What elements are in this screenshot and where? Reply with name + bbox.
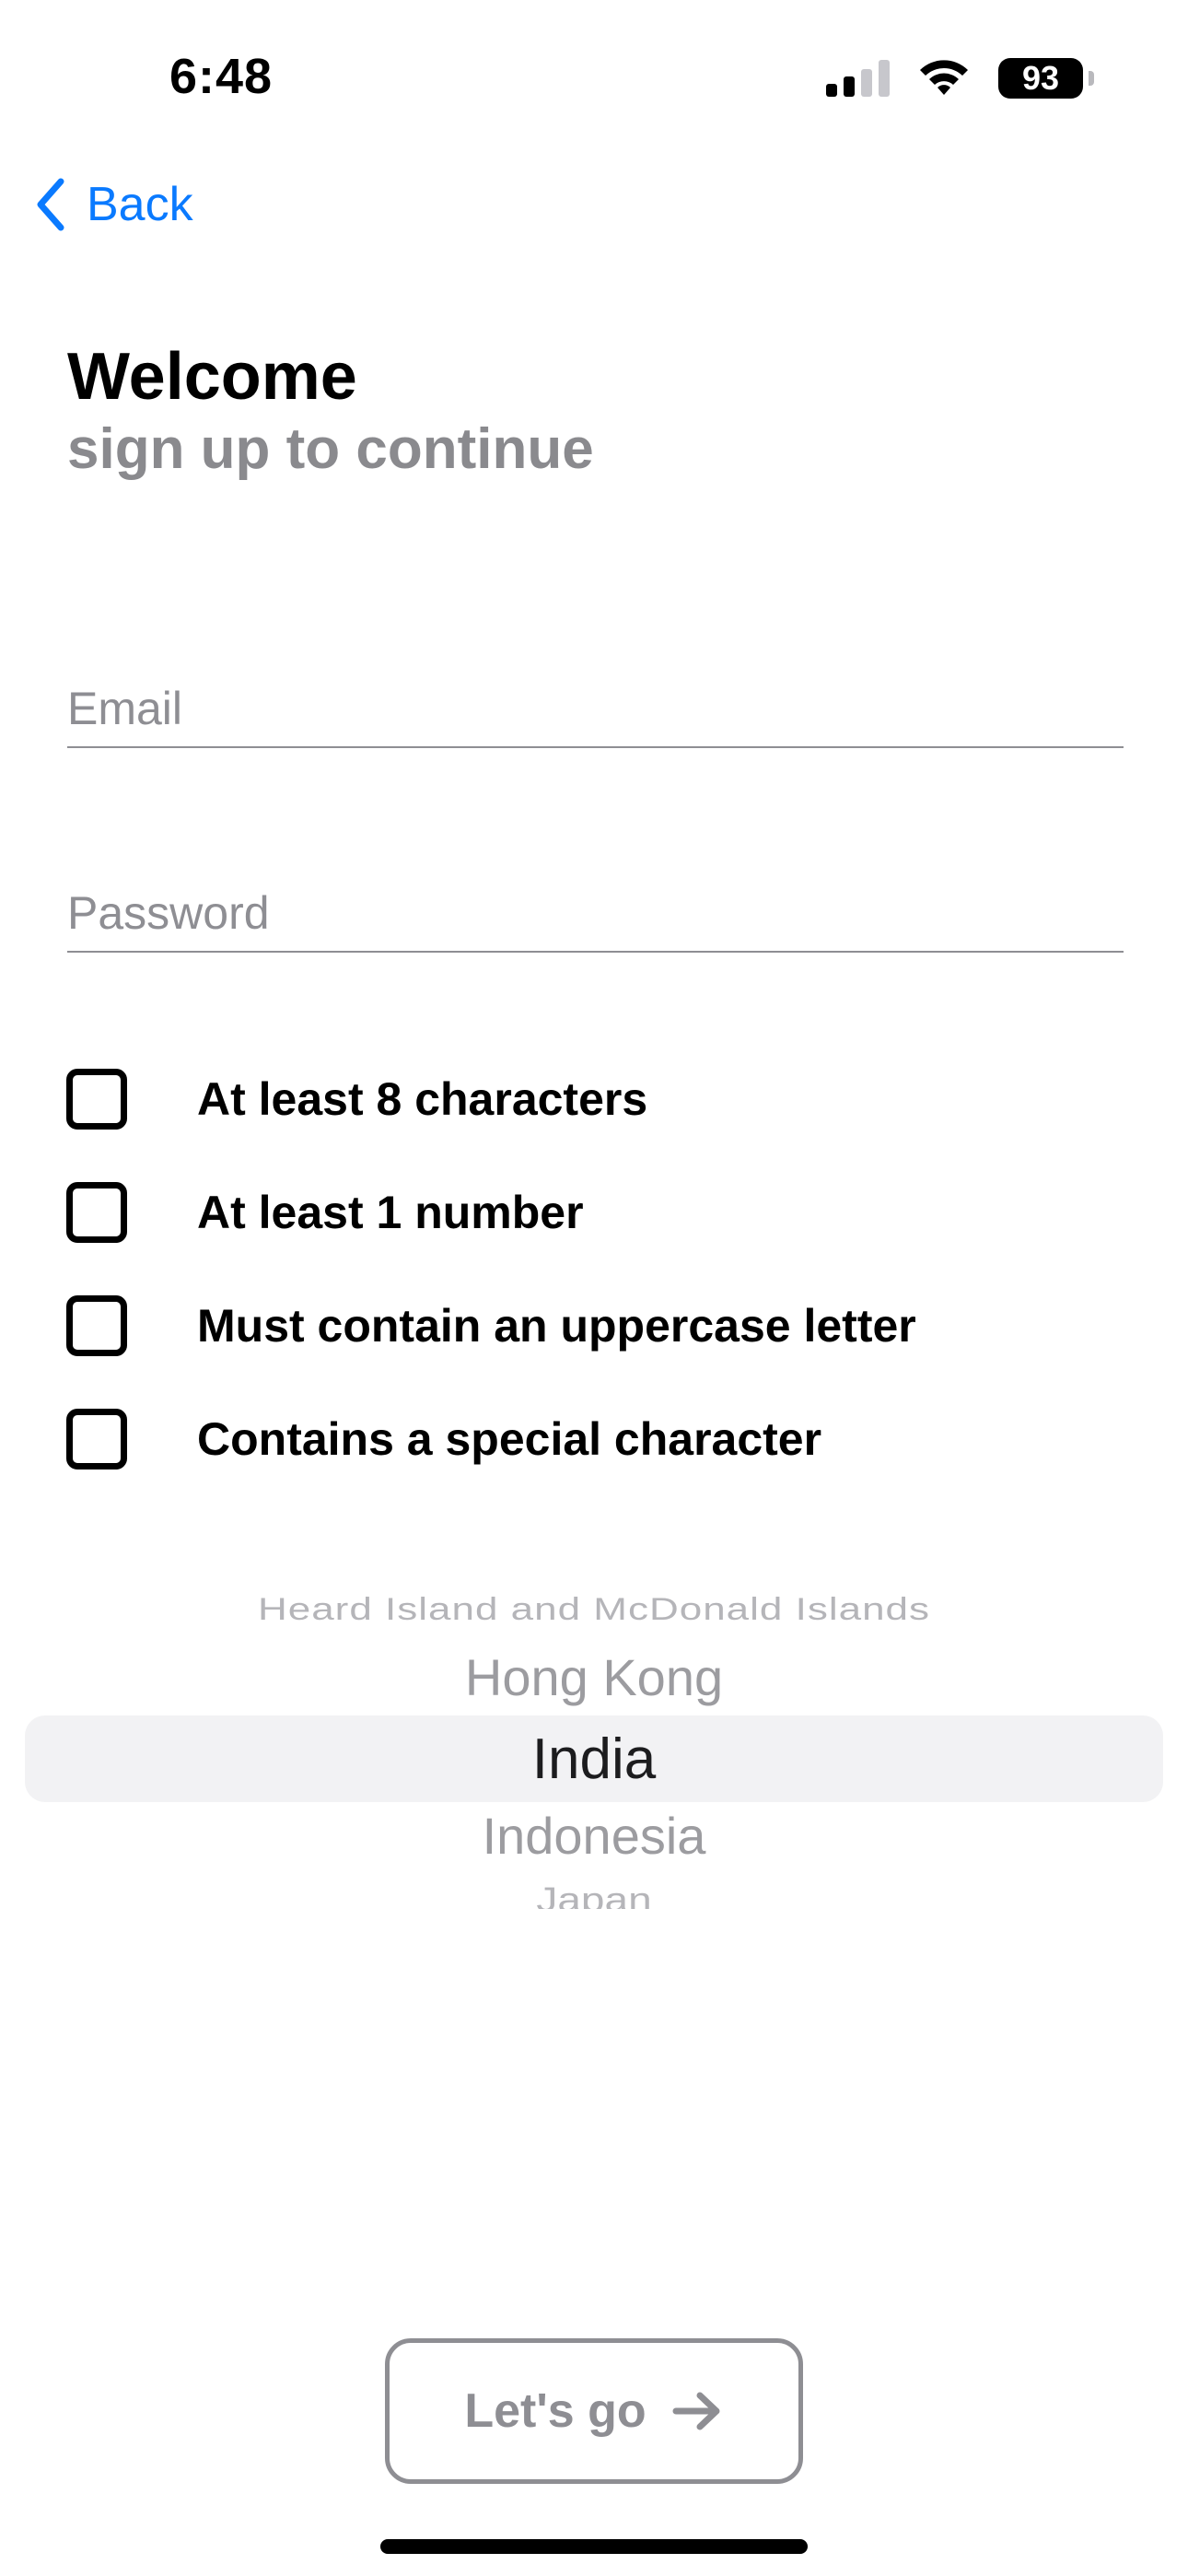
requirement-label: Must contain an uppercase letter [197, 1300, 916, 1352]
requirement-min-length[interactable]: At least 8 characters [66, 1069, 647, 1130]
battery-icon: 93 [998, 58, 1094, 99]
picker-item[interactable]: Japan [0, 1879, 1188, 1909]
requirement-special-char[interactable]: Contains a special character [66, 1409, 821, 1469]
requirement-uppercase[interactable]: Must contain an uppercase letter [66, 1295, 916, 1356]
requirement-number[interactable]: At least 1 number [66, 1182, 584, 1243]
back-label: Back [87, 178, 193, 231]
checkbox[interactable] [66, 1295, 127, 1356]
password-field[interactable] [67, 886, 1124, 951]
picker-item-selected[interactable]: India [0, 1727, 1188, 1792]
email-field-container [67, 682, 1124, 748]
chevron-left-icon [37, 178, 64, 231]
arrow-right-icon [672, 2392, 720, 2430]
wifi-icon [920, 60, 968, 95]
back-button[interactable]: Back [35, 177, 193, 232]
status-time: 6:48 [169, 49, 274, 104]
password-field-container [67, 886, 1124, 953]
picker-item[interactable]: Hong Kong [0, 1647, 1188, 1707]
lets-go-label: Let's go [464, 2384, 646, 2438]
battery-level: 93 [1021, 59, 1060, 97]
picker-item[interactable]: Heard Island and McDonald Islands [0, 1592, 1188, 1628]
home-indicator [380, 2539, 808, 2554]
email-field[interactable] [67, 682, 1124, 746]
status-icons: 93 [826, 55, 1094, 101]
signal-icon [826, 60, 890, 97]
requirement-label: At least 1 number [197, 1187, 584, 1238]
lets-go-button[interactable]: Let's go [385, 2338, 803, 2484]
requirement-label: At least 8 characters [197, 1073, 648, 1125]
page-subtitle: sign up to continue [67, 417, 594, 481]
checkbox[interactable] [66, 1409, 127, 1469]
picker-item[interactable]: Indonesia [0, 1806, 1188, 1866]
checkbox[interactable] [66, 1069, 127, 1130]
checkbox[interactable] [66, 1182, 127, 1243]
page-title: Welcome [67, 340, 357, 414]
requirement-label: Contains a special character [197, 1413, 822, 1465]
